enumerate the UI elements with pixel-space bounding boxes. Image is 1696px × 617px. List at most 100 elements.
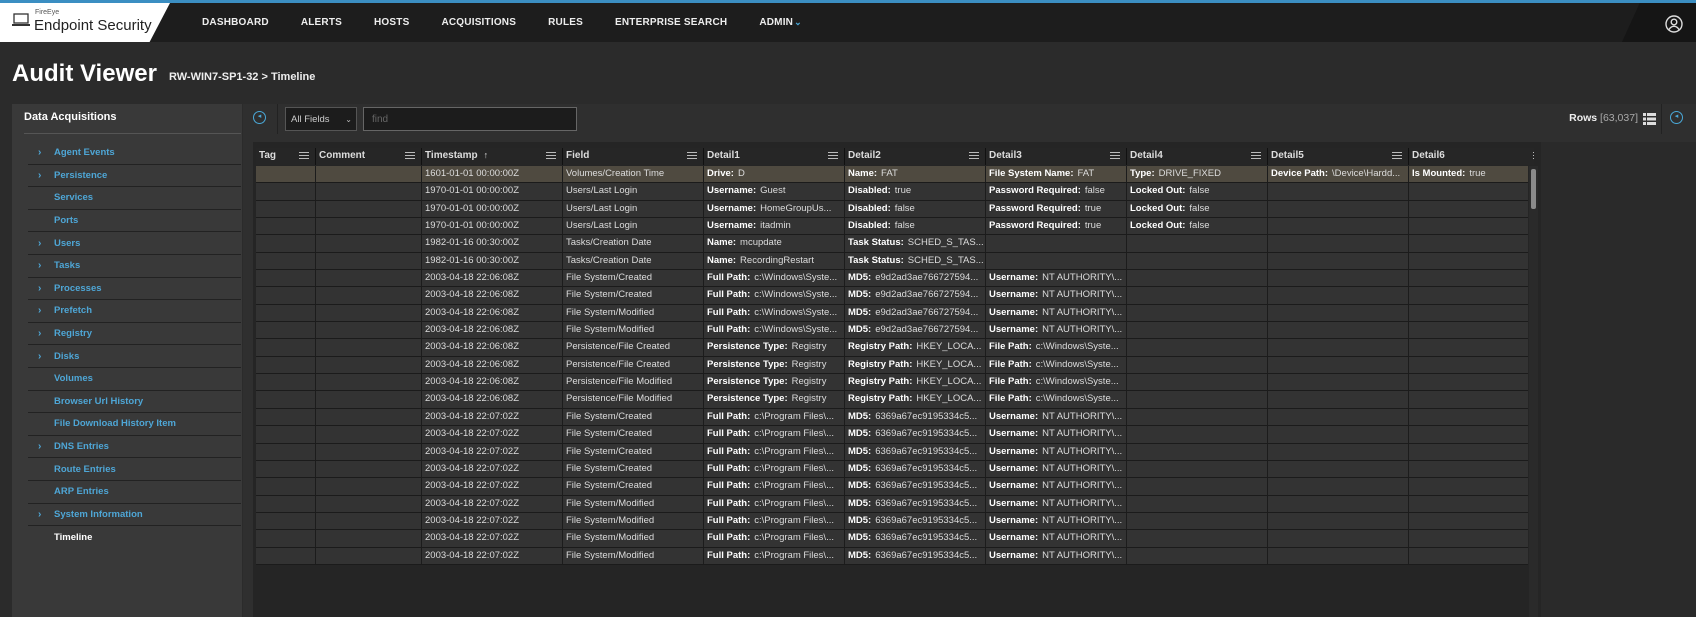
sidebar-item-registry[interactable]: › Registry [28, 323, 241, 346]
column-menu-icon[interactable] [1392, 152, 1402, 161]
table-row[interactable]: 2003-04-18 22:07:02Z File System/Created F… [256, 426, 1528, 444]
table-row[interactable]: 1970-01-01 00:00:00Z Users/Last Login User… [256, 183, 1528, 201]
collapse-right-icon[interactable]: ◂ [1670, 111, 1683, 124]
sidebar-item-persistence[interactable]: › Persistence [28, 165, 241, 188]
nav-item-alerts[interactable]: ALERTS [301, 17, 342, 28]
detail-value: 6369a67ec9195334c5... [875, 497, 978, 509]
cell-field: File System/Modified [563, 512, 704, 530]
column-header-detail5[interactable]: Detail5 [1268, 148, 1409, 165]
table-row[interactable]: 2003-04-18 22:07:02Z File System/Created F… [256, 478, 1528, 496]
cell-detail4 [1127, 426, 1268, 443]
column-header-tag[interactable]: Tag [256, 148, 316, 165]
sidebar-item-arp-entries[interactable]: ARP Entries [28, 481, 241, 504]
column-header-field[interactable]: Field [563, 148, 704, 165]
table-row[interactable]: 2003-04-18 22:06:08Z Persistence/File Mod… [256, 391, 1528, 409]
column-menu-icon[interactable] [405, 152, 415, 161]
sidebar-item-route-entries[interactable]: Route Entries [28, 458, 241, 481]
table-row[interactable]: 1982-01-16 00:30:00Z Tasks/Creation Date N… [256, 252, 1528, 271]
cell-detail4 [1127, 356, 1268, 374]
sidebar-item-ports[interactable]: Ports [28, 210, 241, 233]
nav-item-enterprise-search[interactable]: ENTERPRISE SEARCH [615, 17, 727, 28]
field-filter-select[interactable]: All Fields ⌄ [285, 107, 357, 131]
sidebar-item-label: File Download History Item [54, 418, 176, 430]
table-row[interactable]: 2003-04-18 22:06:08Z Persistence/File Mod… [256, 374, 1528, 392]
brand-logo[interactable]: FireEye Endpoint Security [0, 3, 170, 42]
column-menu-icon[interactable] [687, 152, 697, 161]
sidebar-item-browser-url-history[interactable]: Browser Url History [28, 391, 241, 414]
cell-comment [316, 391, 422, 408]
detail-key: Name: [707, 237, 737, 249]
table-row[interactable]: 1970-01-01 00:00:00Z Users/Last Login User… [256, 218, 1528, 236]
table-row[interactable]: 2003-04-18 22:06:08Z Persistence/File Cre… [256, 339, 1528, 357]
cell-detail3: Username: NT AUTHORITY\... [986, 287, 1127, 304]
cell-detail1: Full Path: c:\Program Files\... [704, 512, 845, 530]
breadcrumb[interactable]: RW-WIN7-SP1-32 > Timeline [169, 71, 315, 83]
detail-value: 6369a67ec9195334c5... [875, 462, 978, 474]
table-row[interactable]: 2003-04-18 22:07:02Z File System/Created F… [256, 460, 1528, 479]
column-header-detail2[interactable]: Detail2 [845, 148, 986, 165]
sidebar-item-tasks[interactable]: › Tasks [28, 255, 241, 278]
nav-item-dashboard[interactable]: DASHBOARD [202, 17, 269, 28]
table-row[interactable]: 2003-04-18 22:06:08Z File System/Created F… [256, 270, 1528, 288]
sidebar-item-agent-events[interactable]: › Agent Events [28, 142, 241, 165]
column-header-detail6[interactable]: Detail6 [1409, 148, 1534, 165]
nav-item-rules[interactable]: RULES [548, 17, 583, 28]
column-menu-icon[interactable] [1533, 152, 1534, 161]
detail-key: Username: [989, 462, 1039, 474]
sidebar-item-prefetch[interactable]: › Prefetch [28, 300, 241, 323]
sidebar-item-file-download-history-item[interactable]: File Download History Item [28, 413, 241, 436]
table-row[interactable]: 2003-04-18 22:07:02Z File System/Modified… [256, 530, 1528, 548]
cell-detail1: Persistence Type: Registry [704, 391, 845, 408]
cell-comment [316, 252, 422, 270]
column-header-comment[interactable]: Comment [316, 148, 422, 165]
nav-item-hosts[interactable]: HOSTS [374, 17, 409, 28]
vertical-scrollbar[interactable] [1529, 166, 1538, 617]
sidebar-item-users[interactable]: › Users [28, 232, 241, 255]
table-row[interactable]: 2003-04-18 22:07:02Z File System/Modified… [256, 495, 1528, 513]
column-header-label: Detail2 [848, 150, 881, 161]
table-row[interactable]: 2003-04-18 22:06:08Z Persistence/File Cre… [256, 356, 1528, 375]
table-row[interactable]: 2003-04-18 22:07:02Z File System/Created F… [256, 443, 1528, 461]
sidebar-item-system-information[interactable]: › System Information [28, 504, 241, 527]
scrollbar-thumb[interactable] [1531, 169, 1536, 209]
detail-key: MD5: [848, 532, 872, 544]
table-row[interactable]: 2003-04-18 22:07:02Z File System/Modified… [256, 512, 1528, 531]
sidebar-item-timeline[interactable]: Timeline [28, 526, 241, 549]
detail-value: c:\Windows\Syste... [754, 289, 838, 301]
table-row[interactable]: 2003-04-18 22:06:08Z File System/Created F… [256, 287, 1528, 305]
table-row[interactable]: 1970-01-01 00:00:00Z Users/Last Login User… [256, 200, 1528, 219]
column-header-detail4[interactable]: Detail4 [1127, 148, 1268, 165]
table-row[interactable]: 2003-04-18 22:06:08Z File System/Modified… [256, 322, 1528, 340]
table-row[interactable]: 2003-04-18 22:07:02Z File System/Created F… [256, 408, 1528, 427]
cell-field: File System/Created [563, 460, 704, 478]
table-row[interactable]: 1601-01-01 00:00:00Z Volumes/Creation Tim… [256, 166, 1528, 184]
sidebar-item-services[interactable]: Services [28, 187, 241, 210]
nav-item-acquisitions[interactable]: ACQUISITIONS [441, 17, 516, 28]
chevron-right-icon: › [38, 260, 42, 272]
cell-detail3: File Path: c:\Windows\Syste... [986, 374, 1127, 391]
sidebar-item-processes[interactable]: › Processes [28, 278, 241, 301]
detail-value: NT AUTHORITY\... [1042, 410, 1123, 422]
detail-value: e9d2ad3ae766727594... [875, 306, 979, 318]
column-menu-icon[interactable] [299, 152, 309, 161]
user-account-icon[interactable] [1665, 15, 1683, 33]
column-header-detail3[interactable]: Detail3 [986, 148, 1127, 165]
find-input[interactable] [363, 107, 577, 131]
sidebar-item-dns-entries[interactable]: › DNS Entries [28, 436, 241, 459]
nav-item-admin[interactable]: ADMIN⌄ [759, 17, 802, 28]
collapse-left-icon[interactable]: ◂ [253, 111, 266, 124]
column-menu-icon[interactable] [546, 152, 556, 161]
table-row[interactable]: 2003-04-18 22:06:08Z File System/Modified… [256, 304, 1528, 323]
column-header-detail1[interactable]: Detail1 [704, 148, 845, 165]
column-header-timestamp[interactable]: Timestamp ↑ [422, 148, 563, 165]
table-row[interactable]: 2003-04-18 22:07:02Z File System/Modified… [256, 547, 1528, 565]
column-menu-icon[interactable] [828, 152, 838, 161]
column-menu-icon[interactable] [1251, 152, 1261, 161]
list-view-icon[interactable] [1643, 113, 1656, 125]
column-menu-icon[interactable] [969, 152, 979, 161]
column-menu-icon[interactable] [1110, 152, 1120, 161]
sidebar-item-disks[interactable]: › Disks [28, 345, 241, 368]
table-row[interactable]: 1982-01-16 00:30:00Z Tasks/Creation Date N… [256, 235, 1528, 253]
sidebar-item-volumes[interactable]: Volumes [28, 368, 241, 391]
detail-value: Registry [791, 393, 827, 405]
